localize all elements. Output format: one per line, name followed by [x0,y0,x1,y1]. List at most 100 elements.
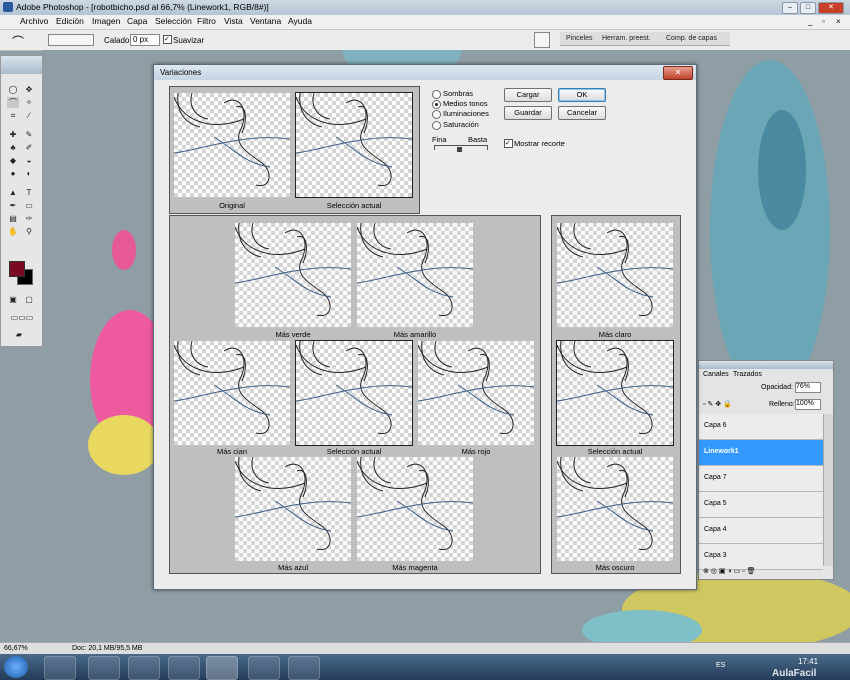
doc-minimize-icon[interactable]: _ [808,17,812,26]
menu-ventana[interactable]: Ventana [250,16,281,26]
layer-row[interactable]: Capa 4 [699,518,823,544]
layer-name: Capa 5 [704,500,727,507]
hand-tool-icon[interactable]: ✋ [7,226,19,237]
thumb-mas-azul[interactable] [235,457,351,561]
radio-sombras[interactable] [432,90,441,99]
photoshop-task-icon[interactable] [206,656,238,680]
foreground-color-swatch[interactable] [9,261,25,277]
thumb-mas-amarillo[interactable] [357,223,473,327]
clock[interactable]: 17:41 [798,657,818,666]
menu-filtro[interactable]: Filtro [197,16,216,26]
feather-input[interactable]: 0 px [130,34,160,46]
doc-close-icon[interactable]: × [836,17,841,26]
lasso-tool-icon[interactable]: ⌒ [12,33,24,50]
slice-tool-icon[interactable]: ∕ [23,110,35,121]
save-button[interactable]: Guardar [504,106,552,120]
lasso-tool-icon[interactable]: ⌒ [7,97,19,108]
feather-app-icon[interactable] [288,656,320,680]
eraser-tool-icon[interactable]: ◆ [7,155,19,166]
smooth-checkbox[interactable]: ✓ [163,35,172,44]
marquee-tool-icon[interactable]: ◯ [7,84,19,95]
dialog-close-button[interactable]: ✕ [663,66,693,80]
layer-row[interactable]: Capa 7 [699,466,823,492]
menu-vista[interactable]: Vista [224,16,243,26]
layer-row-active[interactable]: Linework1 [699,440,823,466]
pen-tool-icon[interactable]: ✒ [7,200,19,211]
zoom-level[interactable]: 66,67% [4,645,28,652]
bucket-tool-icon[interactable]: ◒ [23,155,35,166]
thumb-mas-oscuro[interactable] [557,457,673,561]
screen-mode-icon[interactable]: ▭▭▭ [5,312,39,323]
opacity-input[interactable]: 76% [795,382,821,393]
dodge-tool-icon[interactable]: ◐ [23,168,35,179]
standard-mode-icon[interactable]: ▢ [23,294,35,305]
fineness-slider-thumb[interactable] [457,147,462,152]
history-brush-icon[interactable]: ✐ [23,142,35,153]
tab-herram-preest[interactable]: Herram. preest. [602,35,651,42]
type-tool-icon[interactable]: T [23,187,35,198]
media-player-icon[interactable] [128,656,160,680]
thumb-current-top[interactable] [295,92,413,198]
language-indicator[interactable]: ES [716,662,725,669]
menu-edicion[interactable]: Edición [56,16,84,26]
show-clipping-checkbox[interactable]: ✓ [504,139,513,148]
healing-brush-icon[interactable]: ✚ [7,129,19,140]
layer-actions-icons[interactable]: ⊗ ◎ ▣ ◑ ▭ ▫ 🗑 [703,567,755,575]
brush-tool-icon[interactable]: ✎ [23,129,35,140]
radio-saturacion[interactable] [432,121,441,130]
tools-palette: ◯ ✥ ⌒ ✧ ⌗ ∕ ✚ ✎ ♣ ✐ ◆ ◒ ● ◐ ▲ T ✒ ▭ ▤ ✑ … [0,55,43,347]
imageready-icon[interactable]: ▰ [13,329,25,340]
tab-comp-capas[interactable]: Comp. de capas [666,35,717,42]
eyedropper-icon[interactable]: ✑ [23,213,35,224]
maximize-button[interactable]: □ [800,2,816,14]
thumb-mas-claro[interactable] [557,223,673,327]
ie-icon[interactable] [44,656,76,680]
notes-tool-icon[interactable]: ▤ [7,213,19,224]
doc-restore-icon[interactable]: ▫ [822,17,825,26]
layer-name: Linework1 [704,448,739,455]
move-tool-icon[interactable]: ✥ [23,84,35,95]
menu-archivo[interactable]: Archivo [20,16,48,26]
blur-tool-icon[interactable]: ● [7,168,19,179]
quickmask-icon[interactable]: ▣ [7,294,19,305]
fill-input[interactable]: 100% [795,399,821,410]
app-icon[interactable] [168,656,200,680]
thumb-original[interactable] [174,93,290,197]
cancel-button[interactable]: Cancelar [558,106,606,120]
radio-medios-tonos[interactable] [432,100,441,109]
thumb-mas-magenta[interactable] [357,457,473,561]
stamp-tool-icon[interactable]: ♣ [7,142,19,153]
explorer-icon[interactable] [88,656,120,680]
minimize-button[interactable]: – [782,2,798,14]
start-button[interactable] [4,656,28,678]
tab-trazados[interactable]: Trazados [733,371,762,378]
magic-wand-icon[interactable]: ✧ [23,97,35,108]
palette-toggle-icon[interactable] [534,32,550,48]
crop-tool-icon[interactable]: ⌗ [7,110,19,121]
menu-seleccion[interactable]: Selección [155,16,192,26]
layer-row[interactable]: Capa 5 [699,492,823,518]
selection-mode-icons[interactable] [48,34,94,46]
menu-ayuda[interactable]: Ayuda [288,16,312,26]
thumb-current-side[interactable] [556,340,674,446]
thumb-mas-verde[interactable] [235,223,351,327]
chrome-icon[interactable] [248,656,280,680]
menu-imagen[interactable]: Imagen [92,16,120,26]
shape-tool-icon[interactable]: ▭ [23,200,35,211]
layers-scrollbar[interactable] [823,414,833,566]
layer-row[interactable]: Capa 6 [699,414,823,440]
zoom-tool-icon[interactable]: ⚲ [23,226,35,237]
load-button[interactable]: Cargar [504,88,552,102]
menu-capa[interactable]: Capa [127,16,147,26]
lineart-preview [296,93,412,187]
tab-canales[interactable]: Canales [703,371,729,378]
path-select-icon[interactable]: ▲ [7,187,19,198]
close-button[interactable]: ✕ [818,2,844,14]
tab-pinceles[interactable]: Pinceles [566,35,592,42]
lock-icons[interactable]: ▫ ✎ ✥ 🔒 [703,400,732,408]
thumb-mas-rojo[interactable] [418,341,534,445]
thumb-mas-cian[interactable] [174,341,290,445]
thumb-current-center[interactable] [295,340,413,446]
radio-iluminaciones[interactable] [432,110,441,119]
ok-button[interactable]: OK [558,88,606,102]
